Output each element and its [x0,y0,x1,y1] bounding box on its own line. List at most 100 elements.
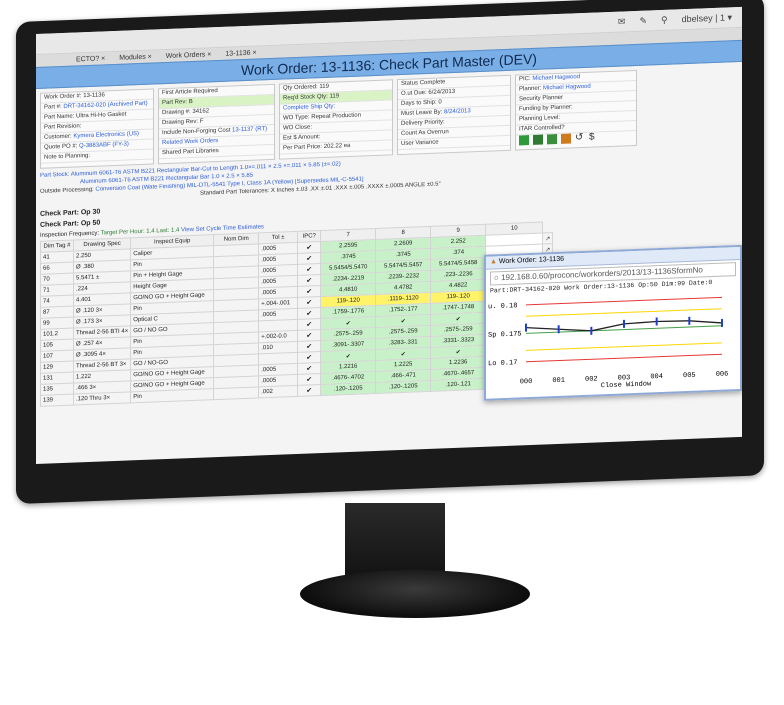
tab-modules[interactable]: Modules × [119,53,152,61]
planner-label: Planner: [519,85,542,93]
tab-ecto[interactable]: ECTO? × [76,55,105,63]
screen: ✉ ✎ ⚲ dbelsey | 1 ▾ ECTO? × Modules × Wo… [36,6,742,465]
drawing-spec-cell: .120 Thru 3× [73,391,131,406]
non-forging-check[interactable]: Include Non-Forging Cost [162,128,230,137]
search-icon[interactable]: ⚲ [661,14,668,25]
tab-work-orders[interactable]: Work Orders × [166,51,212,60]
inspect-equip-cell: Pin [130,388,214,403]
close-window-link: Close Window [601,380,652,390]
ipc-check-cell: ✔ [297,340,321,353]
drawing-rev-value: F [199,118,204,125]
complete-ship-qty[interactable]: Complete Ship Qty: [283,104,335,112]
due-value: 6/24/2013 [428,88,456,96]
upper-warning-line [526,308,722,317]
x-tick-label: 002 [585,375,598,383]
days-to-ship-value: 0 [438,99,442,106]
part-rev-label: Part Rev: [162,99,188,107]
x-tick-label: 006 [716,370,729,378]
reading-cell[interactable]: .120-.1205 [320,382,376,396]
series-line-segment [623,320,657,325]
truck-icon[interactable] [561,133,571,144]
planning-level-label: Planning Level: [519,114,561,123]
series-line-segment [689,320,723,324]
must-leave-value[interactable]: 8/24/2013 [444,108,471,115]
outside-processing-label: Outside Processing: [40,186,94,195]
req-label: Req'd Stock Qty: [283,93,328,102]
panel-planner-info: PIC: Michael Hagwood Planner: Michael Ha… [515,69,637,151]
wo-type-label: WO Type: [283,114,310,122]
part-link[interactable]: DRT-34162-020 (Archived Part) [63,101,147,110]
customer-link[interactable]: Kymera Electronics (US) [73,131,139,140]
est-amount-label: Est $ Amount: [283,134,321,142]
qty-value: 119 [319,83,329,91]
ipc-check-cell: ✔ [297,241,321,254]
itar-label: ITAR Controlled? [519,124,565,133]
quote-link[interactable]: Q-3883ABF (FY-3) [79,141,129,149]
dim-tag-cell: 139 [40,394,74,407]
ipc-check-cell: ✔ [297,351,321,364]
edit-icon[interactable]: ✎ [639,15,647,26]
wo-label: Work Order #: [44,93,82,101]
user-variance-label: User Variance [401,139,439,147]
must-leave-label: Must Leave By: [401,109,443,117]
wo-close-label: WO Close: [283,124,313,132]
wo-type-value: Repeat Production [311,112,361,121]
ipc-check-cell: ✔ [297,285,321,298]
ipc-check-cell: ✔ [297,296,321,309]
stage: ✉ ✎ ⚲ dbelsey | 1 ▾ ECTO? × Modules × Wo… [0,0,784,705]
reading-cell[interactable]: .120-.121 [430,378,486,392]
popup-title: Work Order: 13-1136 [498,255,564,266]
part-rev-value: B [188,98,193,106]
partname-value: Ultra Hi-Ho Gasket [76,111,127,120]
pic-label: PIC: [519,75,531,83]
mail-icon[interactable]: ✉ [618,16,626,27]
user-menu[interactable]: dbelsey | 1 ▾ [682,12,732,25]
related-wo-link[interactable]: 13-1137 (RT) [232,126,267,133]
tab-13-1136[interactable]: 13-1136 × [225,49,256,57]
upper-label: u. 0.18 [488,302,517,311]
first-article-check[interactable]: First Article Required [162,88,218,96]
x-tick-label: 005 [683,372,696,380]
spc-popup-window[interactable]: ▲ Work Order: 13-1136 ○ 192.168.0.60/pro… [484,244,742,401]
notes-label: Note to Planning: [44,152,91,161]
due-label: O.ut Due: [401,89,427,97]
history-icon[interactable]: ↺ [575,132,585,143]
drawing-value: 34162 [192,108,210,115]
per-part-label: Per Part Price: [283,144,323,152]
grid-icon[interactable] [519,135,529,146]
panel-drawing-info: First Article Required Part Rev: B Drawi… [158,83,275,165]
ipc-check-cell: ✔ [297,252,321,265]
document-icon[interactable] [547,133,557,145]
panel-qty-info: Qty Ordered: 119 Req'd Stock Qty: 119 Co… [279,79,393,160]
upper-limit-line [526,296,722,306]
related-work-orders-link[interactable]: Related Work Orders [162,138,218,146]
series-line-segment [525,326,559,330]
inspection-table: Dim Tag # Drawing Spec Inspect Equip Nom Di… [40,221,553,407]
drawing-label: Drawing #: [162,109,191,117]
planner-link[interactable]: Michael Hagwood [543,84,591,92]
x-tick-label: 001 [552,377,565,385]
freq-label: Inspection Frequency: [40,230,100,239]
ipc-check-cell: ✔ [297,329,321,342]
qty-label: Qty Ordered: [283,84,318,92]
x-tick-label: 004 [650,373,663,381]
per-part-value: 202.22 ea [323,142,351,150]
count-as-overrun-check[interactable]: Count As Overrun [401,129,449,137]
lower-warning-line [526,342,722,351]
panel-part-info: Work Order #: 13-1136 Part #: DRT-34162-… [40,88,154,169]
security-planner-label: Security Planner [519,94,564,103]
wrench-icon[interactable] [533,134,543,145]
reading-cell[interactable]: .120-.1205 [375,380,431,394]
monitor-base [300,570,530,618]
pic-link[interactable]: Michael Hagwood [532,74,580,82]
tol-cell: .002 [258,385,298,398]
days-to-ship-label: Days to Ship: [401,99,437,107]
trend-chart-icon[interactable]: ↗ [542,232,553,245]
series-line-segment [656,320,690,323]
partname-label: Part Name: [44,113,75,121]
quote-label: Quote PO #: [44,143,78,151]
ipc-check-cell: ✔ [297,384,321,397]
panel-status-info: Status Complete O.ut Due: 6/24/2013 Days… [397,74,511,156]
x-tick-label: 000 [520,378,533,386]
dollar-icon[interactable]: $ [589,132,599,143]
